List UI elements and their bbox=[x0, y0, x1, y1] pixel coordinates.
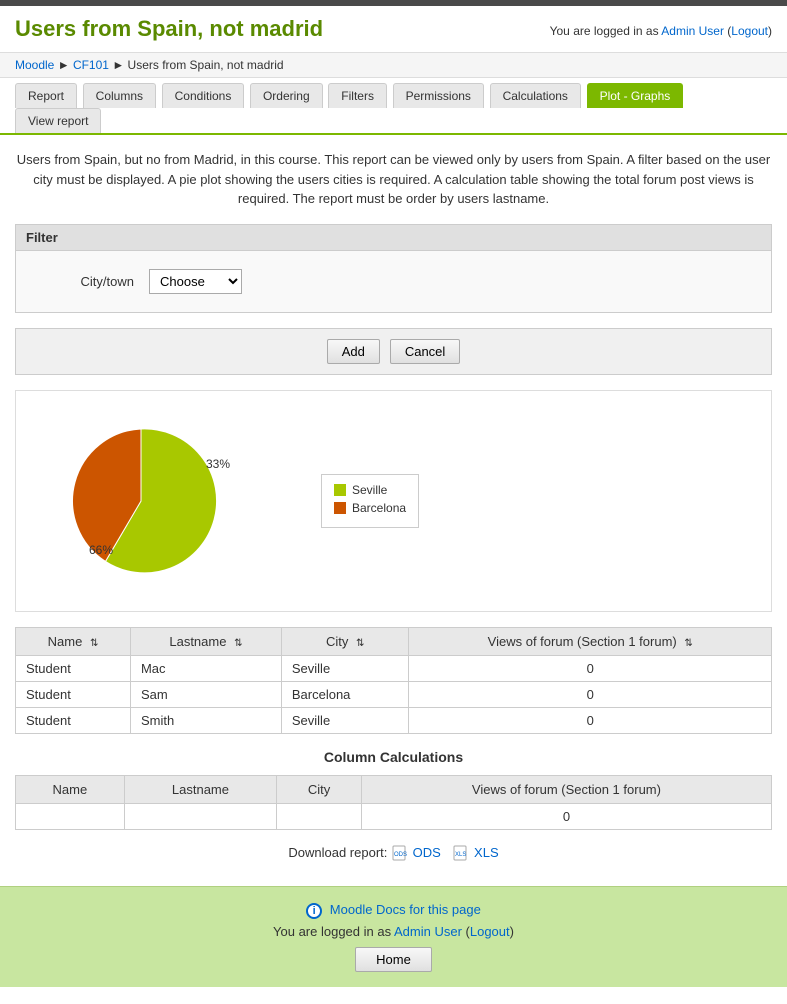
table-row: Student Smith Seville 0 bbox=[16, 707, 772, 733]
cell-views: 0 bbox=[409, 707, 772, 733]
tab-report[interactable]: Report bbox=[15, 83, 77, 108]
breadcrumb-current: Users from Spain, not madrid bbox=[128, 58, 284, 72]
filter-header: Filter bbox=[16, 225, 771, 251]
filter-city-label: City/town bbox=[34, 274, 134, 289]
tab-filters[interactable]: Filters bbox=[328, 83, 387, 108]
description: Users from Spain, but no from Madrid, in… bbox=[15, 150, 772, 209]
tab-conditions[interactable]: Conditions bbox=[162, 83, 245, 108]
calc-table: Name Lastname City Views of forum (Secti… bbox=[15, 775, 772, 830]
pie-chart-svg: 33% 66% bbox=[31, 406, 261, 586]
button-row: Add Cancel bbox=[15, 328, 772, 375]
calc-title: Column Calculations bbox=[15, 749, 772, 765]
nav-tabs: Report Columns Conditions Ordering Filte… bbox=[0, 78, 787, 135]
tab-columns[interactable]: Columns bbox=[83, 83, 156, 108]
svg-text:ODS: ODS bbox=[394, 852, 407, 858]
header: You are logged in as Admin User (Logout)… bbox=[0, 6, 787, 52]
breadcrumb-moodle[interactable]: Moodle bbox=[15, 58, 54, 72]
logout-link[interactable]: Logout bbox=[731, 24, 768, 38]
table-row: Student Mac Seville 0 bbox=[16, 655, 772, 681]
moodle-docs-link[interactable]: Moodle Docs for this page bbox=[330, 902, 481, 917]
footer-admin-user-link[interactable]: Admin User bbox=[394, 924, 462, 939]
main-content: Users from Spain, but no from Madrid, in… bbox=[0, 135, 787, 886]
cell-name: Student bbox=[16, 655, 131, 681]
city-town-select[interactable]: Choose Seville Barcelona bbox=[149, 269, 242, 294]
calc-row: 0 bbox=[16, 803, 772, 829]
legend-seville: Seville bbox=[334, 483, 406, 497]
calc-cell-city bbox=[277, 803, 362, 829]
table-header-row: Name ⇅ Lastname ⇅ City ⇅ Views of forum … bbox=[16, 627, 772, 655]
chart-label-66: 66% bbox=[89, 543, 113, 557]
legend-label-seville: Seville bbox=[352, 483, 387, 497]
breadcrumb-cf101[interactable]: CF101 bbox=[73, 58, 109, 72]
cell-name: Student bbox=[16, 707, 131, 733]
pie-chart-container: 33% 66% bbox=[31, 406, 301, 596]
chart-area: 33% 66% Seville Barcelona bbox=[15, 390, 772, 612]
breadcrumb: Moodle ► CF101 ► Users from Spain, not m… bbox=[0, 52, 787, 78]
xls-icon: XLS bbox=[452, 845, 468, 861]
calc-cell-name bbox=[16, 803, 125, 829]
footer-docs: i Moodle Docs for this page bbox=[15, 902, 772, 919]
footer-logout-link[interactable]: Logout bbox=[470, 924, 510, 939]
tab-view-report[interactable]: View report bbox=[15, 108, 101, 133]
filter-section: Filter City/town Choose Seville Barcelon… bbox=[15, 224, 772, 313]
cell-lastname: Mac bbox=[130, 655, 281, 681]
download-ods-link[interactable]: ODS ODS bbox=[391, 845, 444, 860]
legend-color-seville bbox=[334, 484, 346, 496]
admin-user-link[interactable]: Admin User bbox=[661, 24, 724, 38]
calc-col-lastname: Lastname bbox=[124, 775, 276, 803]
footer-login: You are logged in as Admin User (Logout) bbox=[15, 924, 772, 939]
legend-label-barcelona: Barcelona bbox=[352, 501, 406, 515]
footer: i Moodle Docs for this page You are logg… bbox=[0, 886, 787, 987]
filter-row-city: City/town Choose Seville Barcelona bbox=[26, 261, 761, 302]
footer-home-container: Home bbox=[15, 939, 772, 972]
tab-permissions[interactable]: Permissions bbox=[393, 83, 484, 108]
legend-barcelona: Barcelona bbox=[334, 501, 406, 515]
table-body: Student Mac Seville 0 Student Sam Barcel… bbox=[16, 655, 772, 733]
cell-city: Barcelona bbox=[281, 681, 409, 707]
cell-views: 0 bbox=[409, 655, 772, 681]
calc-cell-views: 0 bbox=[361, 803, 771, 829]
col-views[interactable]: Views of forum (Section 1 forum) ⇅ bbox=[409, 627, 772, 655]
download-xls-link[interactable]: XLS XLS bbox=[452, 845, 498, 860]
cancel-button[interactable]: Cancel bbox=[390, 339, 460, 364]
tab-calculations[interactable]: Calculations bbox=[490, 83, 581, 108]
col-name[interactable]: Name ⇅ bbox=[16, 627, 131, 655]
cell-name: Student bbox=[16, 681, 131, 707]
add-button[interactable]: Add bbox=[327, 339, 380, 364]
tab-ordering[interactable]: Ordering bbox=[250, 83, 323, 108]
cell-city: Seville bbox=[281, 655, 409, 681]
calc-header-row: Name Lastname City Views of forum (Secti… bbox=[16, 775, 772, 803]
col-lastname[interactable]: Lastname ⇅ bbox=[130, 627, 281, 655]
cell-lastname: Sam bbox=[130, 681, 281, 707]
legend-color-barcelona bbox=[334, 502, 346, 514]
tab-plot-graphs[interactable]: Plot - Graphs bbox=[587, 83, 684, 108]
info-icon: i bbox=[306, 903, 322, 919]
calc-cell-lastname bbox=[124, 803, 276, 829]
download-row: Download report: ODS ODS XLS XLS bbox=[15, 845, 772, 862]
calc-col-city: City bbox=[277, 775, 362, 803]
chart-label-33: 33% bbox=[206, 457, 230, 471]
svg-text:XLS: XLS bbox=[455, 852, 466, 858]
sort-lastname-icon: ⇅ bbox=[234, 638, 242, 649]
home-button[interactable]: Home bbox=[355, 947, 432, 972]
chart-legend: Seville Barcelona bbox=[321, 474, 419, 528]
sort-city-icon: ⇅ bbox=[356, 638, 364, 649]
sort-name-icon: ⇅ bbox=[90, 638, 98, 649]
calc-col-name: Name bbox=[16, 775, 125, 803]
sort-views-icon: ⇅ bbox=[684, 638, 692, 649]
calc-body: 0 bbox=[16, 803, 772, 829]
cell-views: 0 bbox=[409, 681, 772, 707]
filter-body: City/town Choose Seville Barcelona bbox=[16, 251, 771, 312]
cell-city: Seville bbox=[281, 707, 409, 733]
login-info: You are logged in as Admin User (Logout) bbox=[550, 24, 772, 38]
ods-icon: ODS bbox=[391, 845, 407, 861]
calc-col-views: Views of forum (Section 1 forum) bbox=[361, 775, 771, 803]
data-table: Name ⇅ Lastname ⇅ City ⇅ Views of forum … bbox=[15, 627, 772, 734]
col-city[interactable]: City ⇅ bbox=[281, 627, 409, 655]
cell-lastname: Smith bbox=[130, 707, 281, 733]
table-row: Student Sam Barcelona 0 bbox=[16, 681, 772, 707]
